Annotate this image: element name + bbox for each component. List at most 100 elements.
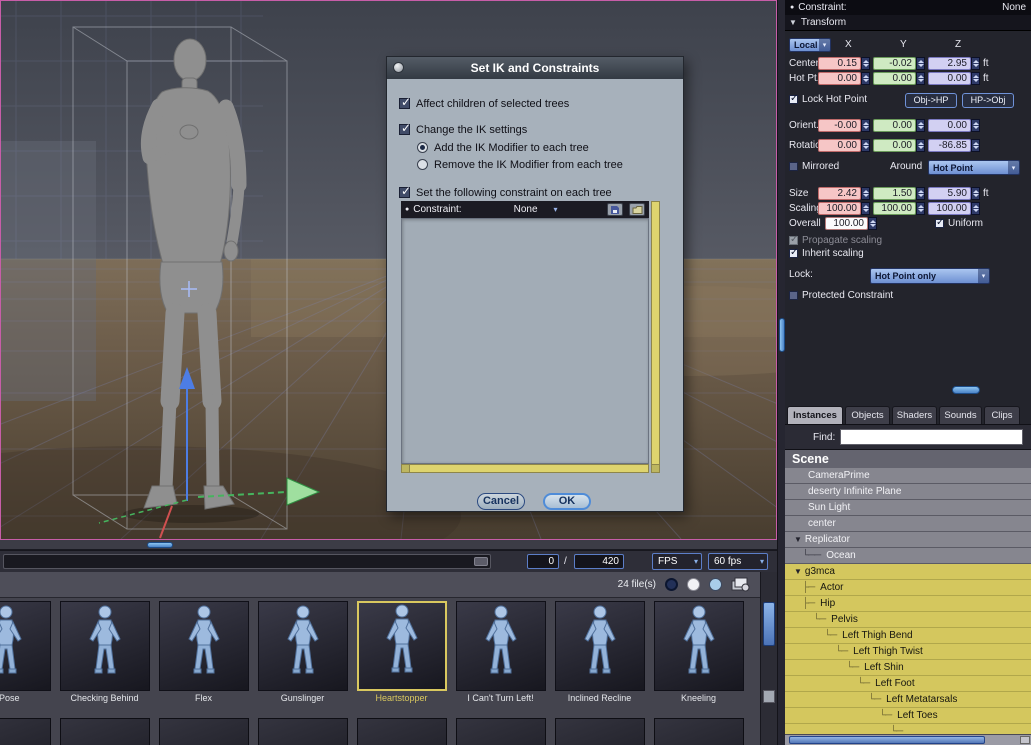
frame-rate-dropdown[interactable]: 60 fps ▾ [708, 553, 768, 570]
constraint-type-dropdown[interactable]: None ▾ [514, 204, 601, 215]
center-y-field[interactable]: -0.02 [873, 57, 916, 70]
value-stepper[interactable] [861, 202, 870, 215]
scene-tree-item-selected[interactable]: └─ [785, 724, 1031, 734]
value-stepper[interactable] [916, 72, 925, 85]
browser-options-icon[interactable] [731, 577, 750, 592]
scaling-z-field[interactable]: 100.00 [928, 202, 971, 215]
pose-thumbnail[interactable]: Checking Behind [55, 598, 154, 718]
pose-thumbnail[interactable]: e Pose [0, 598, 55, 718]
scrubber-handle[interactable] [474, 557, 488, 566]
scene-tree-item[interactable]: CameraPrime [785, 468, 1031, 484]
pose-thumbnail-partial[interactable] [550, 718, 649, 745]
value-stepper[interactable] [916, 139, 925, 152]
size-z-field[interactable]: 5.90 [928, 187, 971, 200]
pose-thumbnail[interactable]: I Can't Turn Left! [451, 598, 550, 718]
pose-thumbnail-partial[interactable] [352, 718, 451, 745]
scene-tree-item[interactable]: deserty Infinite Plane [785, 484, 1031, 500]
size-x-field[interactable]: 2.42 [818, 187, 861, 200]
pose-thumbnail-partial[interactable] [451, 718, 550, 745]
viewport-horizontal-scrollbar[interactable] [0, 540, 777, 550]
tree-horizontal-scrollbar[interactable] [785, 734, 1031, 745]
orient-y-field[interactable]: 0.00 [873, 119, 916, 132]
hot-point-x-field[interactable]: 0.00 [818, 72, 861, 85]
scene-tree-item-selected[interactable]: ├─ Actor [785, 580, 1031, 596]
save-constraint-button[interactable] [607, 203, 623, 216]
browser-vertical-scrollbar[interactable] [760, 572, 777, 745]
scrollbar-button[interactable] [402, 465, 410, 472]
scene-tree-item-selected[interactable]: ▼ g3mca [785, 564, 1031, 580]
scene-tree-item-selected[interactable]: └─ Pelvis [785, 612, 1031, 628]
value-stepper[interactable] [861, 72, 870, 85]
value-stepper[interactable] [916, 57, 925, 70]
pose-thumbnail[interactable]: Gunslinger [253, 598, 352, 718]
panel-splitter[interactable] [777, 0, 785, 745]
hp-to-obj-button[interactable]: HP->Obj [962, 93, 1014, 108]
panel-divider-handle[interactable] [952, 386, 980, 394]
remove-ik-modifier-radio[interactable] [417, 159, 428, 170]
orient-x-field[interactable]: -0.00 [818, 119, 861, 132]
scene-tree-item[interactable]: ▼ Replicator [785, 532, 1031, 548]
pose-thumbnail-partial[interactable] [253, 718, 352, 745]
value-stepper[interactable] [916, 202, 925, 215]
pose-thumbnail-partial[interactable] [55, 718, 154, 745]
thumbnail-size-medium-button[interactable] [687, 578, 700, 591]
pose-thumbnail-partial[interactable] [0, 718, 55, 745]
cancel-button[interactable]: Cancel [477, 493, 525, 510]
center-z-field[interactable]: 2.95 [928, 57, 971, 70]
lock-dropdown[interactable]: Hot Point only ▾ [870, 268, 990, 284]
scene-root-label[interactable]: Scene [785, 450, 1031, 468]
obj-to-hp-button[interactable]: Obj->HP [905, 93, 957, 108]
tab-sounds[interactable]: Sounds [939, 406, 982, 424]
scrollbar-button[interactable] [1020, 736, 1030, 744]
size-y-field[interactable]: 1.50 [873, 187, 916, 200]
value-stepper[interactable] [971, 202, 980, 215]
value-stepper[interactable] [971, 57, 980, 70]
uniform-checkbox[interactable] [935, 217, 944, 228]
pose-thumbnail-partial[interactable] [649, 718, 748, 745]
current-frame-field[interactable]: 0 [527, 554, 559, 569]
scene-tree-item-selected[interactable]: └─ Left Shin [785, 660, 1031, 676]
scrollbar-thumb[interactable] [147, 542, 173, 548]
tab-objects[interactable]: Objects [845, 406, 890, 424]
tab-instances[interactable]: Instances [787, 406, 843, 424]
rotation-y-field[interactable]: 0.00 [873, 139, 916, 152]
dialog-title-bar[interactable]: Set IK and Constraints [387, 57, 683, 79]
inherit-scaling-checkbox[interactable] [789, 247, 798, 258]
value-stepper[interactable] [971, 119, 980, 132]
scene-tree-item[interactable]: └── Ocean [785, 548, 1031, 564]
timeline-scrubber[interactable] [3, 554, 491, 569]
value-stepper[interactable] [868, 217, 877, 230]
scene-tree-item[interactable]: center [785, 516, 1031, 532]
scrollbar-thumb[interactable] [789, 736, 985, 744]
value-stepper[interactable] [971, 139, 980, 152]
value-stepper[interactable] [861, 187, 870, 200]
affect-children-checkbox[interactable] [399, 95, 411, 109]
scrollbar-button[interactable] [652, 464, 659, 472]
constraint-header-value[interactable]: None [1002, 2, 1026, 13]
scene-tree-item-selected[interactable]: └─ Left Metatarsals [785, 692, 1031, 708]
ok-button[interactable]: OK [543, 493, 591, 510]
scene-tree-item-selected[interactable]: └─ Left Thigh Bend [785, 628, 1031, 644]
mirrored-checkbox[interactable] [789, 162, 798, 171]
coordinate-space-dropdown[interactable]: Local ▾ [789, 38, 831, 52]
scene-tree-item-selected[interactable]: └─ Left Toes [785, 708, 1031, 724]
orient-z-field[interactable]: 0.00 [928, 119, 971, 132]
thumbnail-size-large-button[interactable] [709, 578, 722, 591]
around-dropdown[interactable]: Hot Point ▾ [928, 160, 1020, 175]
tab-shaders[interactable]: Shaders [892, 406, 937, 424]
protected-constraint-checkbox[interactable] [789, 291, 798, 300]
scene-tree-item-selected[interactable]: └─ Left Thigh Twist [785, 644, 1031, 660]
value-stepper[interactable] [861, 119, 870, 132]
hot-point-z-field[interactable]: 0.00 [928, 72, 971, 85]
pose-thumbnail-selected[interactable]: Heartstopper [352, 598, 451, 718]
total-frames-field[interactable]: 420 [574, 554, 624, 569]
scene-tree-item-selected[interactable]: └─ Left Foot [785, 676, 1031, 692]
scaling-x-field[interactable]: 100.00 [818, 202, 861, 215]
scene-tree-item[interactable]: Sun Light [785, 500, 1031, 516]
rotation-z-field[interactable]: -86.85 [928, 139, 971, 152]
transform-section-header[interactable]: ▼ Transform [785, 15, 1031, 31]
scene-tree-item-selected[interactable]: ├─ Hip [785, 596, 1031, 612]
collapse-arrow-icon[interactable]: ▼ [789, 18, 797, 27]
pose-thumbnail-partial[interactable] [154, 718, 253, 745]
scaling-y-field[interactable]: 100.00 [873, 202, 916, 215]
